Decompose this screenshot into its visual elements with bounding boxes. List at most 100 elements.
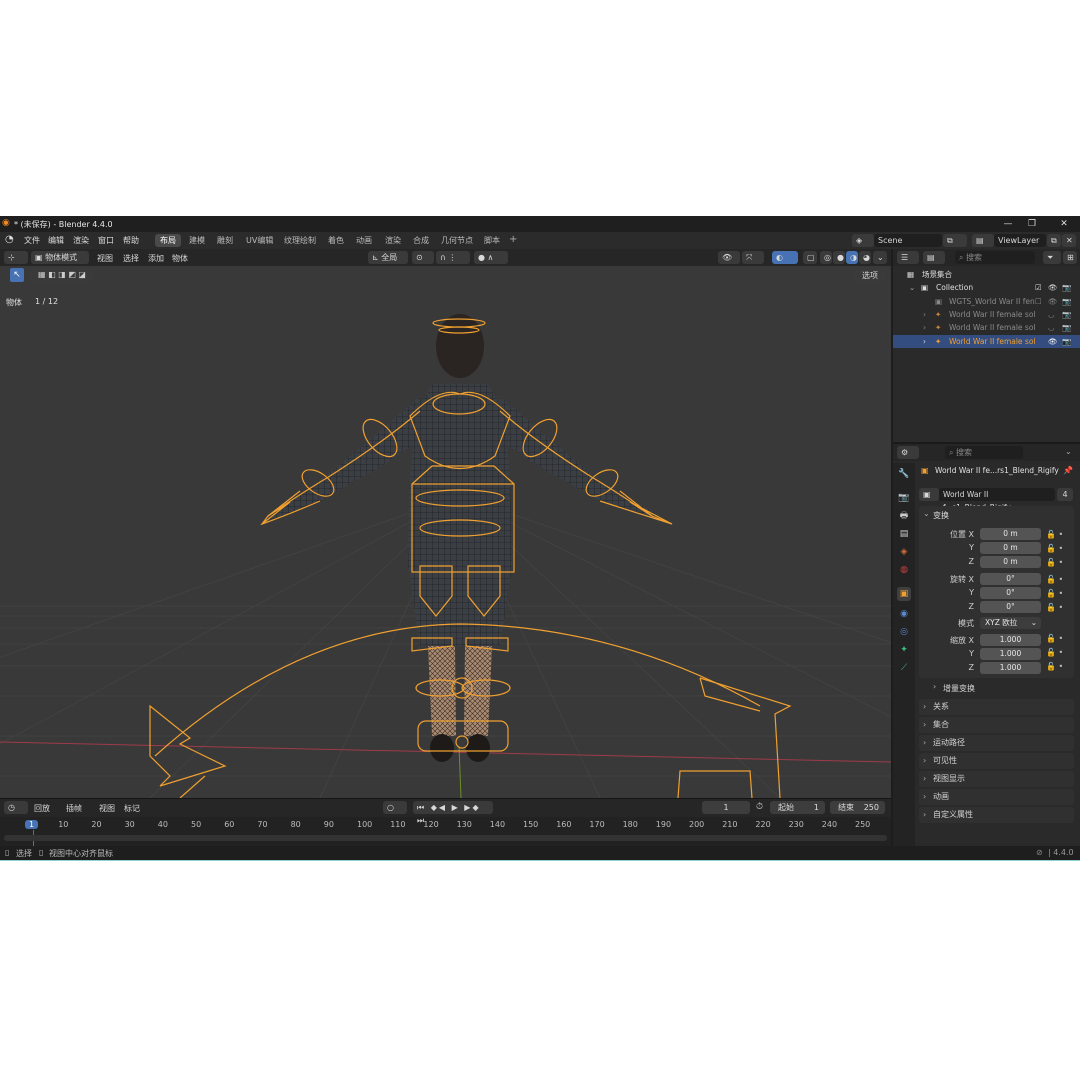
outliner-item-armature-1[interactable]: › ✦ World War II female sol ◡ 📷 [893, 308, 1080, 321]
outliner-search-input[interactable]: ⌕ 搜索 [955, 251, 1035, 264]
tab-uv-editing[interactable]: UV编辑 [241, 234, 278, 247]
close-button[interactable]: ✕ [1056, 218, 1072, 230]
viewport-menu-object[interactable]: 物体 [172, 253, 188, 264]
transform-orientation-dropdown[interactable]: ⊾ 全局 [368, 251, 408, 264]
current-frame-field[interactable]: 1 [702, 801, 750, 814]
gizmo-toggle[interactable]: ⤧ [742, 251, 764, 264]
minimize-button[interactable]: — [1000, 218, 1016, 230]
location-z-field[interactable]: 0 m [980, 556, 1041, 568]
xray-toggle[interactable]: ▢ [803, 251, 817, 264]
location-x-field[interactable]: 0 m [980, 528, 1041, 540]
camera-icon[interactable]: 📷 [1062, 295, 1071, 308]
viewport-menu-select[interactable]: 选择 [123, 253, 139, 264]
world-tab-icon[interactable]: ◍ [897, 563, 911, 577]
lock-icon[interactable]: 🔓 • [1046, 573, 1072, 587]
eye-icon[interactable]: 👁 [1048, 335, 1058, 348]
timeline-menu-playback[interactable]: 回放 [34, 803, 50, 814]
tab-sculpting[interactable]: 雕刻 [212, 234, 238, 247]
outliner-item-wgts[interactable]: ▣ WGTS_World War II fen ☐ 👁 📷 [893, 295, 1080, 308]
scene-name-field[interactable]: Scene [874, 234, 942, 247]
chevron-right-icon[interactable]: › [923, 335, 926, 348]
outliner-collection[interactable]: ⌄ ▣ Collection ☑ 👁 📷 [893, 281, 1080, 294]
outliner-scene-collection[interactable]: ▦ 场景集合 [893, 268, 1080, 281]
camera-icon[interactable]: 📷 [1062, 308, 1071, 321]
properties-search-input[interactable]: ⌕ 搜索 [945, 446, 1023, 459]
data-users-count[interactable]: 4 [1057, 488, 1073, 501]
lock-icon[interactable]: 🔓 • [1046, 587, 1072, 601]
object-name[interactable]: World War II fe...rs1_Blend_Rigify [935, 466, 1059, 475]
timeline-scrollbar[interactable] [4, 835, 887, 841]
scale-y-field[interactable]: 1.000 [980, 648, 1041, 660]
selection-mode-buttons[interactable]: ▦ ◧ ◨ ◩ ◪ [30, 268, 94, 282]
scale-x-field[interactable]: 1.000 [980, 634, 1041, 646]
camera-icon[interactable]: 📷 [1062, 281, 1071, 294]
pin-icon[interactable]: 📌 [1063, 466, 1073, 475]
3d-viewport[interactable]: ↖ ▦ ◧ ◨ ◩ ◪ 物体 1 / 12 选项 [0, 266, 891, 798]
camera-icon[interactable]: 📷 [1062, 321, 1071, 334]
view-layer-name-field[interactable]: ViewLayer [994, 234, 1046, 247]
scene-tab-icon[interactable]: ◈ [897, 545, 911, 559]
object-tab-icon[interactable]: ▣ [897, 587, 911, 601]
add-workspace-button[interactable]: + [509, 234, 517, 245]
tab-texture-paint[interactable]: 纹理绘制 [279, 234, 321, 247]
transform-panel-title[interactable]: 变换 [933, 510, 949, 521]
rotation-z-field[interactable]: 0° [980, 601, 1041, 613]
relations-panel[interactable]: › 关系 [919, 699, 1074, 715]
outliner-editor-type-button[interactable]: ☰ [897, 251, 919, 264]
scale-z-field[interactable]: 1.000 [980, 662, 1041, 674]
chevron-right-icon[interactable]: › [923, 308, 926, 321]
render-tab-icon[interactable]: 📷 [897, 491, 911, 505]
visibility-dropdown[interactable]: 👁 [718, 251, 740, 264]
character-model[interactable] [262, 314, 668, 762]
camera-icon[interactable]: 📷 [1062, 335, 1071, 348]
chevron-down-icon[interactable]: ⌄ [923, 509, 930, 518]
tab-animation[interactable]: 动画 [351, 234, 377, 247]
timeline-menu-keying[interactable]: 插帧 [66, 803, 82, 814]
chevron-right-icon[interactable]: › [923, 321, 926, 334]
shading-solid-button[interactable]: ● [833, 251, 845, 264]
lock-icon[interactable]: 🔓 • [1046, 528, 1072, 542]
tab-modeling[interactable]: 建模 [184, 234, 210, 247]
outliner-item-armature-2[interactable]: › ✦ World War II female sol ◡ 📷 [893, 321, 1080, 334]
eye-icon[interactable]: 👁 [1048, 295, 1058, 308]
start-frame-field[interactable]: 起始 1 [770, 801, 825, 814]
armature-data-tab-icon[interactable]: ✦ [897, 643, 911, 657]
visibility-panel[interactable]: › 可见性 [919, 753, 1074, 769]
tab-geometry-nodes[interactable]: 几何节点 [436, 234, 478, 247]
bone-tab-icon[interactable]: ⟋ [897, 661, 911, 675]
chevron-right-icon[interactable]: › [933, 682, 936, 691]
overlay-toggle[interactable]: ◐ [772, 251, 798, 264]
new-scene-button[interactable]: ⧉ [943, 234, 967, 247]
lock-icon[interactable]: 🔓 • [1046, 542, 1072, 556]
eye-closed-icon[interactable]: ◡ [1048, 321, 1055, 334]
select-tool-button[interactable]: ↖ [10, 268, 24, 282]
eye-icon[interactable]: 👁 [1048, 281, 1058, 294]
outliner-item-armature-3[interactable]: › ✦ World War II female sol 👁 📷 [893, 335, 1080, 348]
custom-properties-panel[interactable]: › 自定义属性 [919, 807, 1074, 823]
physics-tab-icon[interactable]: ◎ [897, 625, 911, 639]
motion-paths-panel[interactable]: › 运动路径 [919, 735, 1074, 751]
menu-help[interactable]: 帮助 [123, 235, 139, 246]
shading-wireframe-button[interactable]: ◎ [820, 251, 832, 264]
blender-menu-icon[interactable]: ◔ [5, 234, 14, 245]
menu-window[interactable]: 窗口 [98, 235, 114, 246]
proportional-edit-toggle[interactable]: ● ∧ [474, 251, 508, 264]
delta-transform-subpanel[interactable]: 增量变换 [943, 683, 975, 694]
timeline-menu-view[interactable]: 视图 [99, 803, 115, 814]
eye-closed-icon[interactable]: ◡ [1048, 308, 1055, 321]
lock-icon[interactable]: 🔓 • [1046, 660, 1072, 674]
menu-file[interactable]: 文件 [24, 235, 40, 246]
menu-edit[interactable]: 编辑 [48, 235, 64, 246]
tab-rendering[interactable]: 渲染 [380, 234, 406, 247]
playhead-frame-indicator[interactable]: 1 [25, 820, 39, 829]
data-browse-button[interactable]: ▣ [919, 488, 939, 501]
tab-compositing[interactable]: 合成 [408, 234, 434, 247]
new-collection-button[interactable]: ⊞ [1063, 251, 1077, 264]
properties-editor-type-button[interactable]: ⚙ [897, 446, 919, 459]
data-name-field[interactable]: World War II f...s1_Blend_Rigify [939, 488, 1055, 512]
chevron-down-icon[interactable]: ⌄ [1065, 447, 1072, 456]
tool-tab-icon[interactable]: 🔧 [897, 467, 911, 481]
viewport-display-panel[interactable]: › 视图显示 [919, 771, 1074, 787]
playback-controls[interactable]: ⏮ ◆◀ ▶ ▶◆ ⏭ [413, 801, 493, 825]
rotation-y-field[interactable]: 0° [980, 587, 1041, 599]
